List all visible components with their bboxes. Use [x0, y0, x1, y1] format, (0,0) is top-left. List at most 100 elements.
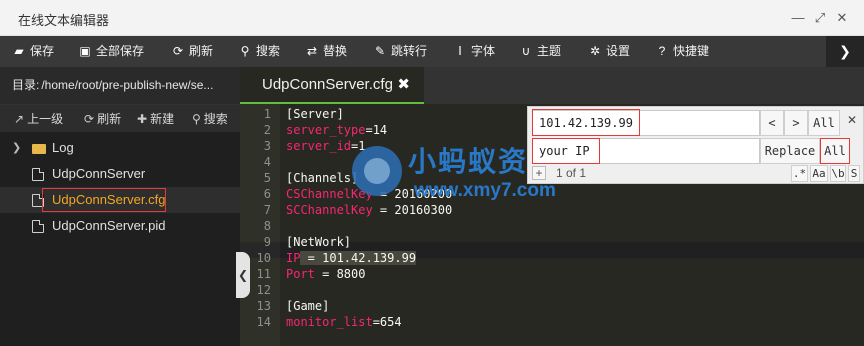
highlight-box	[532, 138, 600, 164]
text-editor-window: 在线文本编辑器 — ⤢ ✕ ▰ 保存 ▣ 全部保存 ⟳ 刷新 ⚲ 搜索 ⇄ 替换 ✎ 跳转行…	[0, 0, 864, 346]
close-window-button[interactable]: ✕	[834, 10, 850, 26]
restore-button[interactable]: ⤢	[812, 10, 828, 26]
sidebar-actions: ↗ 上一级 ⟳ 刷新 ✚ 新建 ⚲ 搜索	[0, 104, 240, 132]
find-prev-button[interactable]: <	[760, 110, 784, 136]
replace-label: 替换	[323, 44, 348, 58]
goto-line-button[interactable]: ✎ 跳转行	[373, 36, 427, 67]
tree-item-udpconnserver-cfg[interactable]: UdpConnServer.cfg	[0, 187, 240, 213]
search-button[interactable]: ⚲ 搜索	[238, 36, 280, 67]
line-number: 3	[263, 139, 271, 153]
folder-icon	[32, 144, 46, 154]
line-number: 5	[263, 171, 271, 185]
case-sensitive-option[interactable]: Aa	[810, 165, 828, 182]
shortcut-icon: ?	[658, 44, 666, 58]
code-line: [Server]	[286, 107, 344, 121]
search-icon: ⚲	[240, 44, 250, 58]
line-number: 13	[256, 299, 271, 313]
search-label: 搜索	[256, 44, 281, 58]
file-sidebar: 目录:/home/root/pre-publish-new/se... ↗ 上一级…	[0, 67, 240, 346]
tree-item-udpconnserver-pid[interactable]: UdpConnServer.pid	[0, 213, 240, 239]
save-icon: ▰	[14, 44, 24, 58]
code-line: [Game]	[286, 299, 330, 313]
refresh-icon: ⟳	[84, 112, 95, 126]
directory-label: 目录:	[12, 78, 40, 92]
tab-title: UdpConnServer.cfg	[262, 76, 393, 93]
replace-button[interactable]: ⇄ 替换	[305, 36, 347, 67]
theme-icon: ∪	[521, 44, 531, 58]
save-all-button[interactable]: ▣ 全部保存	[78, 36, 144, 67]
font-icon: Ⅰ	[458, 44, 462, 58]
tree-item-udpconnserver[interactable]: UdpConnServer	[0, 161, 240, 187]
line-number: 2	[263, 123, 271, 137]
shortcuts-label: 快捷键	[673, 44, 710, 58]
code-line: SCChannelKey = 20160300	[286, 203, 453, 217]
directory-path: /home/root/pre-publish-new/se...	[41, 78, 214, 92]
theme-label: 主题	[537, 44, 562, 58]
save-all-icon: ▣	[79, 44, 91, 58]
font-button[interactable]: Ⅰ 字体	[453, 36, 495, 67]
highlight-box	[42, 188, 166, 212]
search-replace-panel: 101.42.139.99 < > All ✕ your IP Replace …	[527, 106, 864, 184]
gear-icon: ✲	[589, 44, 601, 58]
close-icon[interactable]: ✕	[847, 113, 857, 127]
sidebar-collapse-button[interactable]: ❮	[236, 252, 250, 298]
tree-item-label: Log	[52, 140, 74, 155]
directory-bar: 目录:/home/root/pre-publish-new/se...	[0, 67, 240, 104]
search-icon: ⚲	[192, 112, 201, 126]
code-line: Port = 8800	[286, 267, 366, 281]
line-number: 9	[263, 235, 271, 249]
code-line: [Channels]	[286, 171, 359, 185]
replace-button[interactable]: Replace	[760, 138, 820, 164]
tree-item-label: UdpConnServer	[52, 166, 146, 181]
refresh-label: 刷新	[189, 44, 214, 58]
goto-line-icon: ✎	[374, 44, 386, 58]
file-tree: ❯ Log UdpConnServer UdpConnServer.cfg Ud…	[0, 135, 240, 239]
save-button[interactable]: ▰ 保存	[12, 36, 54, 67]
save-label: 保存	[30, 44, 55, 58]
sidebar-refresh-button[interactable]: ⟳ 刷新	[84, 105, 121, 133]
close-icon[interactable]: ✖	[397, 67, 410, 103]
match-count: 1 of 1	[556, 166, 587, 180]
replace-all-button[interactable]: All	[820, 138, 850, 164]
title-bar: 在线文本编辑器 — ⤢ ✕	[0, 0, 864, 36]
up-arrow-icon: ↗	[14, 112, 25, 126]
settings-button[interactable]: ✲ 设置	[588, 36, 630, 67]
code-line: monitor_list=654	[286, 315, 402, 329]
line-number: 14	[256, 315, 271, 329]
goto-line-label: 跳转行	[391, 44, 428, 58]
toggle-replace-button[interactable]: +	[532, 166, 546, 180]
minimize-button[interactable]: —	[790, 10, 806, 26]
window-title: 在线文本编辑器	[18, 13, 110, 28]
search-in-selection-option[interactable]: S	[848, 165, 860, 182]
tab-udpconnserver-cfg[interactable]: UdpConnServer.cfg ✖	[240, 67, 424, 104]
line-gutter: 1 2 3 4 5 6 7 8 9 10 11 12 13 14	[240, 104, 280, 346]
line-number: 7	[263, 203, 271, 217]
tree-item-log[interactable]: ❯ Log	[0, 135, 240, 161]
find-all-button[interactable]: All	[808, 110, 840, 136]
up-level-button[interactable]: ↗ 上一级	[14, 105, 63, 133]
regex-option[interactable]: .*	[791, 165, 808, 182]
code-line: IP = 101.42.139.99	[286, 251, 417, 265]
settings-label: 设置	[606, 44, 631, 58]
code-line: [NetWork]	[286, 235, 352, 249]
font-label: 字体	[471, 44, 496, 58]
line-number: 8	[263, 219, 271, 233]
refresh-button[interactable]: ⟳ 刷新	[171, 36, 213, 67]
code-line: server_id=1	[286, 139, 366, 153]
whole-word-option[interactable]: \b	[830, 165, 846, 182]
refresh-icon: ⟳	[172, 44, 184, 58]
chevron-right-icon[interactable]: ❯	[12, 135, 21, 161]
tree-item-label: UdpConnServer.pid	[52, 218, 166, 233]
file-icon	[32, 168, 44, 181]
toolbar-expand-button[interactable]: ❯	[826, 36, 864, 67]
find-next-button[interactable]: >	[784, 110, 808, 136]
editor-tab-bar: UdpConnServer.cfg ✖	[240, 67, 864, 104]
plus-icon: ✚	[137, 112, 148, 126]
new-file-button[interactable]: ✚ 新建	[137, 105, 174, 133]
sidebar-search-label: 搜索	[203, 112, 228, 126]
sidebar-search-button[interactable]: ⚲ 搜索	[192, 105, 228, 133]
theme-button[interactable]: ∪ 主题	[519, 36, 561, 67]
shortcuts-button[interactable]: ? 快捷键	[655, 36, 709, 67]
replace-icon: ⇄	[306, 44, 318, 58]
code-line: CSChannelKey = 20160200	[286, 187, 453, 201]
